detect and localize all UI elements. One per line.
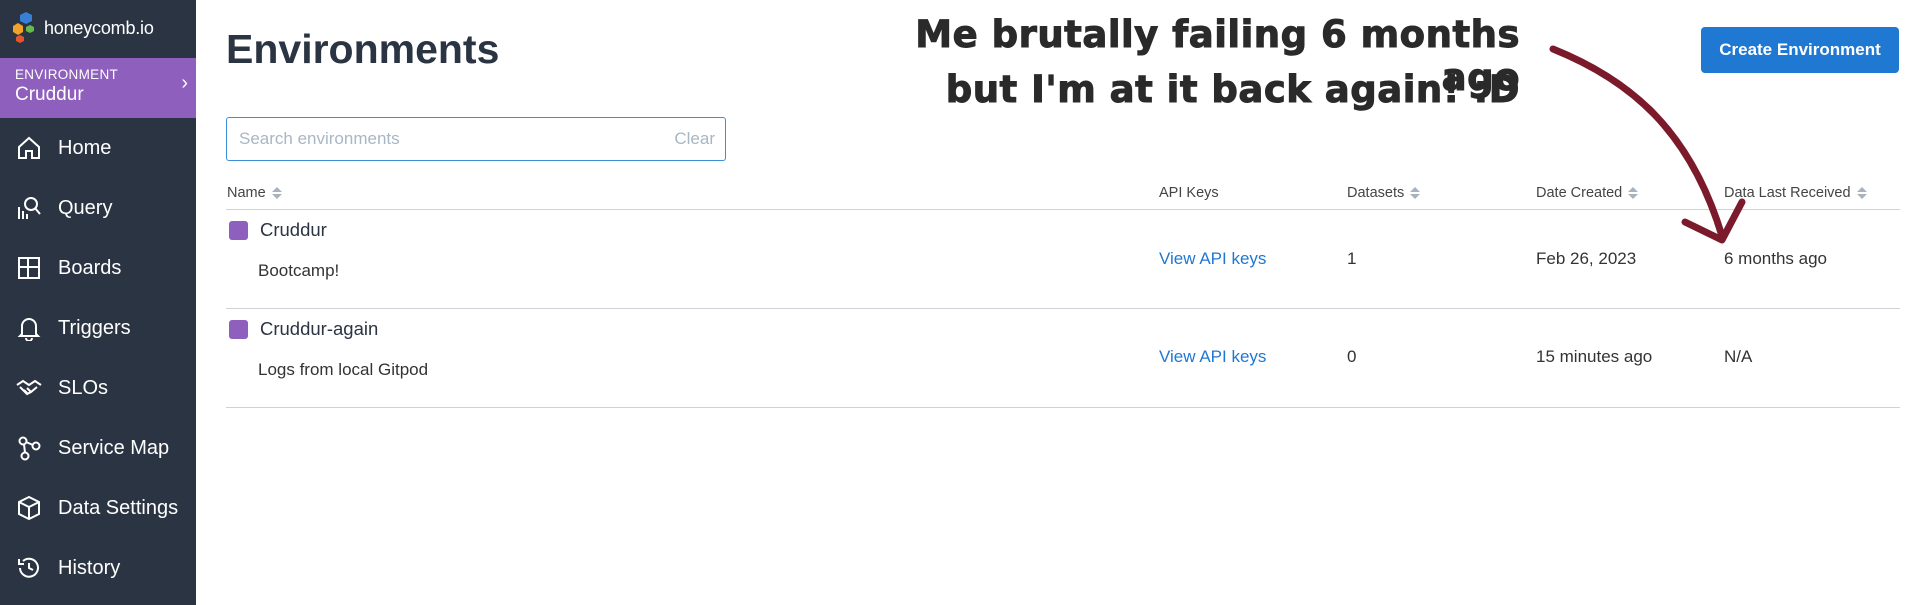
row-description: Bootcamp! (258, 261, 340, 280)
column-header-api-keys: API Keys (1159, 185, 1219, 201)
clear-search-button[interactable]: Clear (674, 129, 715, 149)
sidebar-item-service-map[interactable]: Service Map (0, 418, 196, 478)
sidebar-item-label: SLOs (58, 376, 109, 399)
environment-label: ENVIRONMENT (15, 67, 119, 82)
sidebar-item-boards[interactable]: Boards (0, 238, 196, 298)
sidebar-item-label: Boards (58, 256, 122, 279)
cube-icon (14, 493, 44, 523)
data-last-received: N/A (1724, 347, 1753, 366)
boards-icon (14, 253, 44, 283)
handshake-icon (14, 373, 44, 403)
sidebar-item-label: Triggers (58, 316, 131, 339)
row-name-text: Cruddur-again (260, 318, 379, 339)
sort-icon (1410, 187, 1421, 199)
sidebar-item-query[interactable]: Query (0, 178, 196, 238)
view-api-keys-link[interactable]: View API keys (1159, 249, 1266, 269)
sidebar-nav: Home Query Boards Triggers SLOs Service … (0, 118, 196, 598)
honeycomb-logo-icon (13, 12, 34, 43)
sidebar-item-label: Query (58, 196, 113, 219)
date-created: 15 minutes ago (1536, 347, 1653, 366)
datasets-count: 0 (1347, 347, 1357, 366)
chevron-right-icon: › (181, 72, 188, 94)
logo-text: honeycomb.io (44, 17, 154, 38)
search-input[interactable] (237, 118, 641, 160)
row-name-text: Cruddur (260, 219, 327, 240)
sort-icon (271, 187, 282, 199)
environment-selector[interactable]: ENVIRONMENT Cruddur › (0, 58, 196, 118)
row-description: Logs from local Gitpod (258, 360, 429, 379)
column-header-label: API Keys (1159, 185, 1219, 201)
environment-name-link[interactable]: Cruddur-again (229, 318, 378, 340)
sidebar: honeycomb.io ENVIRONMENT Cruddur › Home … (0, 0, 196, 605)
table-divider (226, 308, 1900, 309)
honeycomb-logo[interactable]: honeycomb.io (10, 8, 154, 48)
history-icon (14, 553, 44, 583)
annotation-line-2: but I'm at it back again! :D (945, 68, 1520, 112)
column-header-datasets[interactable]: Datasets (1347, 185, 1421, 201)
view-api-keys-link[interactable]: View API keys (1159, 347, 1266, 367)
environment-name: Cruddur (15, 84, 84, 105)
service-map-icon (14, 433, 44, 463)
sidebar-item-slos[interactable]: SLOs (0, 358, 196, 418)
search-box: Clear (226, 117, 726, 161)
page-title: Environments (226, 26, 500, 72)
sort-icon (1856, 187, 1867, 199)
column-header-label: Name (227, 185, 266, 201)
sidebar-item-triggers[interactable]: Triggers (0, 298, 196, 358)
environment-name-link[interactable]: Cruddur (229, 219, 327, 241)
annotation-arrow-icon (1549, 45, 1746, 244)
sidebar-item-label: Data Settings (58, 496, 179, 519)
datasets-count: 1 (1347, 249, 1357, 268)
bell-icon (14, 313, 44, 343)
query-icon (14, 193, 44, 223)
column-header-label: Datasets (1347, 185, 1405, 201)
table-divider (226, 407, 1900, 408)
environment-color-swatch (229, 319, 248, 339)
sidebar-item-data-settings[interactable]: Data Settings (0, 478, 196, 538)
home-icon (14, 133, 44, 163)
sidebar-item-label: Home (58, 136, 112, 159)
sidebar-item-label: Service Map (58, 436, 170, 459)
column-header-name[interactable]: Name (227, 185, 282, 201)
sidebar-item-history[interactable]: History (0, 538, 196, 598)
sidebar-item-home[interactable]: Home (0, 118, 196, 178)
environment-color-swatch (229, 220, 248, 240)
sidebar-item-label: History (58, 556, 121, 579)
